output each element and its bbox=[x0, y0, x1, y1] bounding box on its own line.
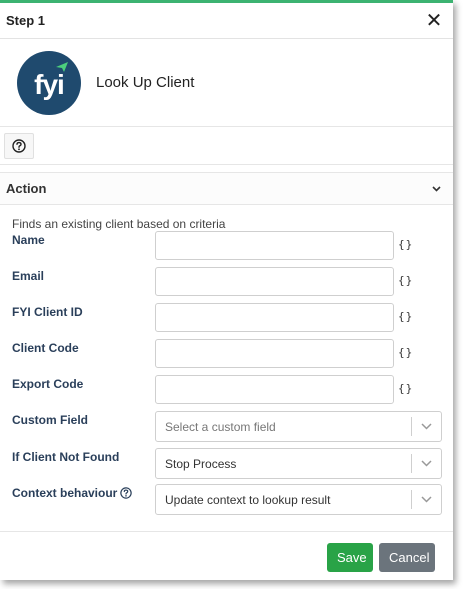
name-label: Name bbox=[12, 233, 45, 247]
action-hero: fyi Look Up Client bbox=[0, 39, 453, 127]
curly-braces-icon[interactable]: {} bbox=[398, 310, 413, 323]
chevron-down-icon[interactable] bbox=[412, 496, 441, 503]
question-circle-icon[interactable] bbox=[120, 487, 133, 499]
curly-braces-icon[interactable]: {} bbox=[398, 382, 413, 395]
dialog-title: Step 1 bbox=[6, 13, 46, 28]
fyi-client-id-label: FYI Client ID bbox=[12, 305, 83, 319]
name-input[interactable] bbox=[155, 231, 394, 260]
close-icon[interactable]: ✕ bbox=[422, 9, 446, 33]
cancel-button[interactable]: Cancel bbox=[379, 543, 435, 572]
fyi-logo: fyi bbox=[17, 50, 81, 115]
client-not-found-select[interactable]: Stop Process bbox=[155, 448, 442, 479]
curly-braces-icon[interactable]: {} bbox=[398, 238, 413, 251]
email-label: Email bbox=[12, 269, 45, 283]
help-toolbar bbox=[0, 127, 453, 165]
chevron-down-icon[interactable] bbox=[412, 460, 441, 467]
step-dialog: Step 1 ✕ fyi Look Up Client Action Finds… bbox=[0, 0, 453, 580]
email-input[interactable] bbox=[155, 267, 394, 296]
section-title: Action bbox=[6, 181, 47, 196]
curly-braces-icon[interactable]: {} bbox=[398, 274, 413, 287]
dialog-footer: Save Cancel bbox=[0, 531, 453, 583]
logo-text: fyi bbox=[34, 68, 65, 100]
client-not-found-label: If Client Not Found bbox=[12, 450, 120, 464]
help-button[interactable] bbox=[4, 133, 34, 159]
context-behaviour-label-text: Context behaviour bbox=[12, 486, 118, 500]
custom-field-label: Custom Field bbox=[12, 413, 89, 427]
action-title: Look Up Client bbox=[96, 74, 195, 91]
export-code-label: Export Code bbox=[12, 377, 84, 391]
chevron-down-icon[interactable] bbox=[432, 183, 441, 195]
fyi-client-id-input[interactable] bbox=[155, 303, 394, 332]
curly-braces-icon[interactable]: {} bbox=[398, 346, 413, 359]
client-not-found-value: Stop Process bbox=[165, 456, 237, 471]
context-behaviour-select[interactable]: Update context to lookup result bbox=[155, 484, 442, 515]
save-button[interactable]: Save bbox=[327, 543, 373, 572]
action-section-header[interactable]: Action bbox=[0, 173, 453, 205]
action-form: Finds an existing client based on criter… bbox=[0, 205, 453, 532]
question-circle-icon bbox=[12, 139, 26, 153]
context-behaviour-value: Update context to lookup result bbox=[165, 492, 331, 507]
chevron-down-icon[interactable] bbox=[412, 423, 441, 430]
client-code-input[interactable] bbox=[155, 339, 394, 368]
form-description: Finds an existing client based on criter… bbox=[12, 217, 226, 231]
logo-paper-plane-icon bbox=[56, 61, 68, 72]
context-behaviour-label: Context behaviour bbox=[12, 486, 133, 500]
custom-field-select[interactable]: Select a custom field bbox=[155, 411, 442, 442]
client-code-label: Client Code bbox=[12, 341, 79, 355]
export-code-input[interactable] bbox=[155, 375, 394, 404]
custom-field-placeholder: Select a custom field bbox=[165, 419, 276, 434]
section-spacer bbox=[0, 165, 453, 173]
dialog-header: Step 1 ✕ bbox=[0, 3, 453, 39]
